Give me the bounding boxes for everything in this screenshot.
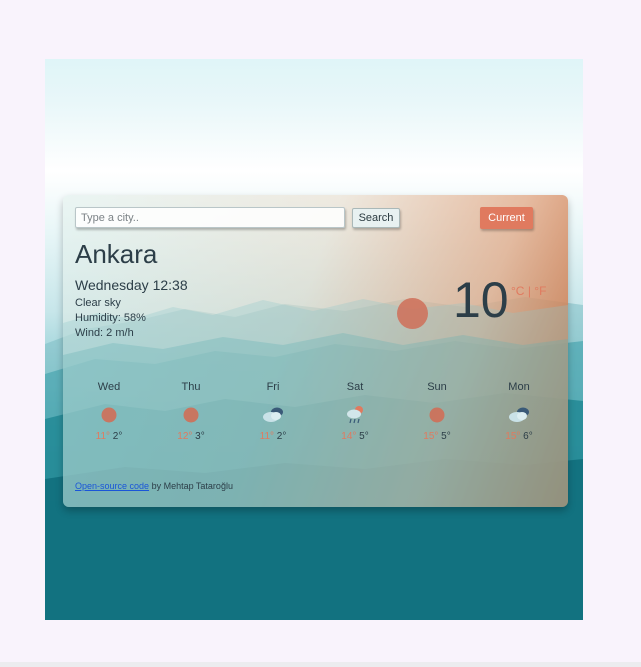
city-name: Ankara bbox=[75, 239, 158, 269]
forecast-temps: 15° 5° bbox=[405, 431, 469, 442]
forecast-day-name: Sun bbox=[427, 381, 447, 393]
forecast-max: 14° bbox=[341, 431, 357, 442]
sun-icon bbox=[397, 298, 428, 329]
unit-separator: | bbox=[527, 284, 531, 298]
forecast-temps: 12° 3° bbox=[159, 431, 223, 442]
author-credit: by Mehtap Tataroğlu bbox=[151, 481, 233, 491]
wind-value: Wind: 2 m/h bbox=[75, 327, 134, 339]
forecast-day-name: Mon bbox=[508, 381, 530, 393]
weather-description: Clear sky bbox=[75, 297, 121, 309]
sun-icon bbox=[183, 407, 199, 423]
forecast-day-name: Fri bbox=[266, 381, 280, 393]
forecast-max: 11° bbox=[95, 431, 111, 442]
forecast-min: 6° bbox=[523, 431, 533, 442]
forecast-temps: 11° 2° bbox=[77, 431, 141, 442]
celsius-link[interactable]: °C bbox=[511, 284, 524, 298]
forecast-day-name: Wed bbox=[97, 381, 121, 393]
sun-icon bbox=[101, 407, 117, 423]
search-input[interactable] bbox=[75, 207, 345, 228]
footer-credit: Open-source code by Mehtap Tataroğlu bbox=[75, 481, 233, 491]
forecast-day: Fri 11° 2° bbox=[241, 381, 305, 442]
forecast-max: 15° bbox=[505, 431, 521, 442]
forecast-min: 5° bbox=[441, 431, 451, 442]
search-button[interactable]: Search bbox=[352, 208, 400, 228]
current-location-button[interactable]: Current bbox=[480, 207, 533, 229]
rain-cloud-icon bbox=[347, 406, 363, 424]
cloud-icon bbox=[509, 407, 529, 422]
forecast-day: Sat 14° 5° bbox=[323, 381, 387, 442]
weather-card: Search Current Ankara Wednesday 12:38 Cl… bbox=[63, 195, 568, 507]
bottom-strip bbox=[0, 662, 641, 667]
forecast-min: 2° bbox=[112, 431, 123, 442]
current-datetime: Wednesday 12:38 bbox=[75, 277, 188, 293]
forecast-temps: 15° 6° bbox=[487, 431, 551, 442]
cloud-icon bbox=[263, 407, 283, 422]
sun-icon bbox=[429, 407, 445, 423]
forecast-day: Thu 12° 3° bbox=[159, 381, 223, 442]
fahrenheit-link[interactable]: °F bbox=[534, 284, 546, 298]
humidity-value: Humidity: 58% bbox=[75, 312, 146, 324]
forecast-max: 11° bbox=[259, 431, 275, 442]
forecast-day: Wed 11° 2° bbox=[77, 381, 141, 442]
source-code-link[interactable]: Open-source code bbox=[75, 481, 149, 491]
unit-toggle: °C | °F bbox=[511, 284, 546, 298]
forecast-day-name: Sat bbox=[346, 381, 364, 393]
forecast-min: 5° bbox=[359, 431, 369, 442]
forecast-min: 2° bbox=[276, 431, 287, 442]
forecast-temps: 14° 5° bbox=[323, 431, 387, 442]
forecast-temps: 11° 2° bbox=[241, 431, 305, 442]
forecast-max: 12° bbox=[177, 431, 193, 442]
forecast-day: Mon 15° 6° bbox=[487, 381, 551, 442]
forecast-min: 3° bbox=[195, 431, 205, 442]
forecast-day: Sun 15° 5° bbox=[405, 381, 469, 442]
forecast-max: 15° bbox=[423, 431, 439, 442]
current-temperature: 10 bbox=[453, 272, 509, 328]
forecast-day-name: Thu bbox=[181, 381, 201, 393]
